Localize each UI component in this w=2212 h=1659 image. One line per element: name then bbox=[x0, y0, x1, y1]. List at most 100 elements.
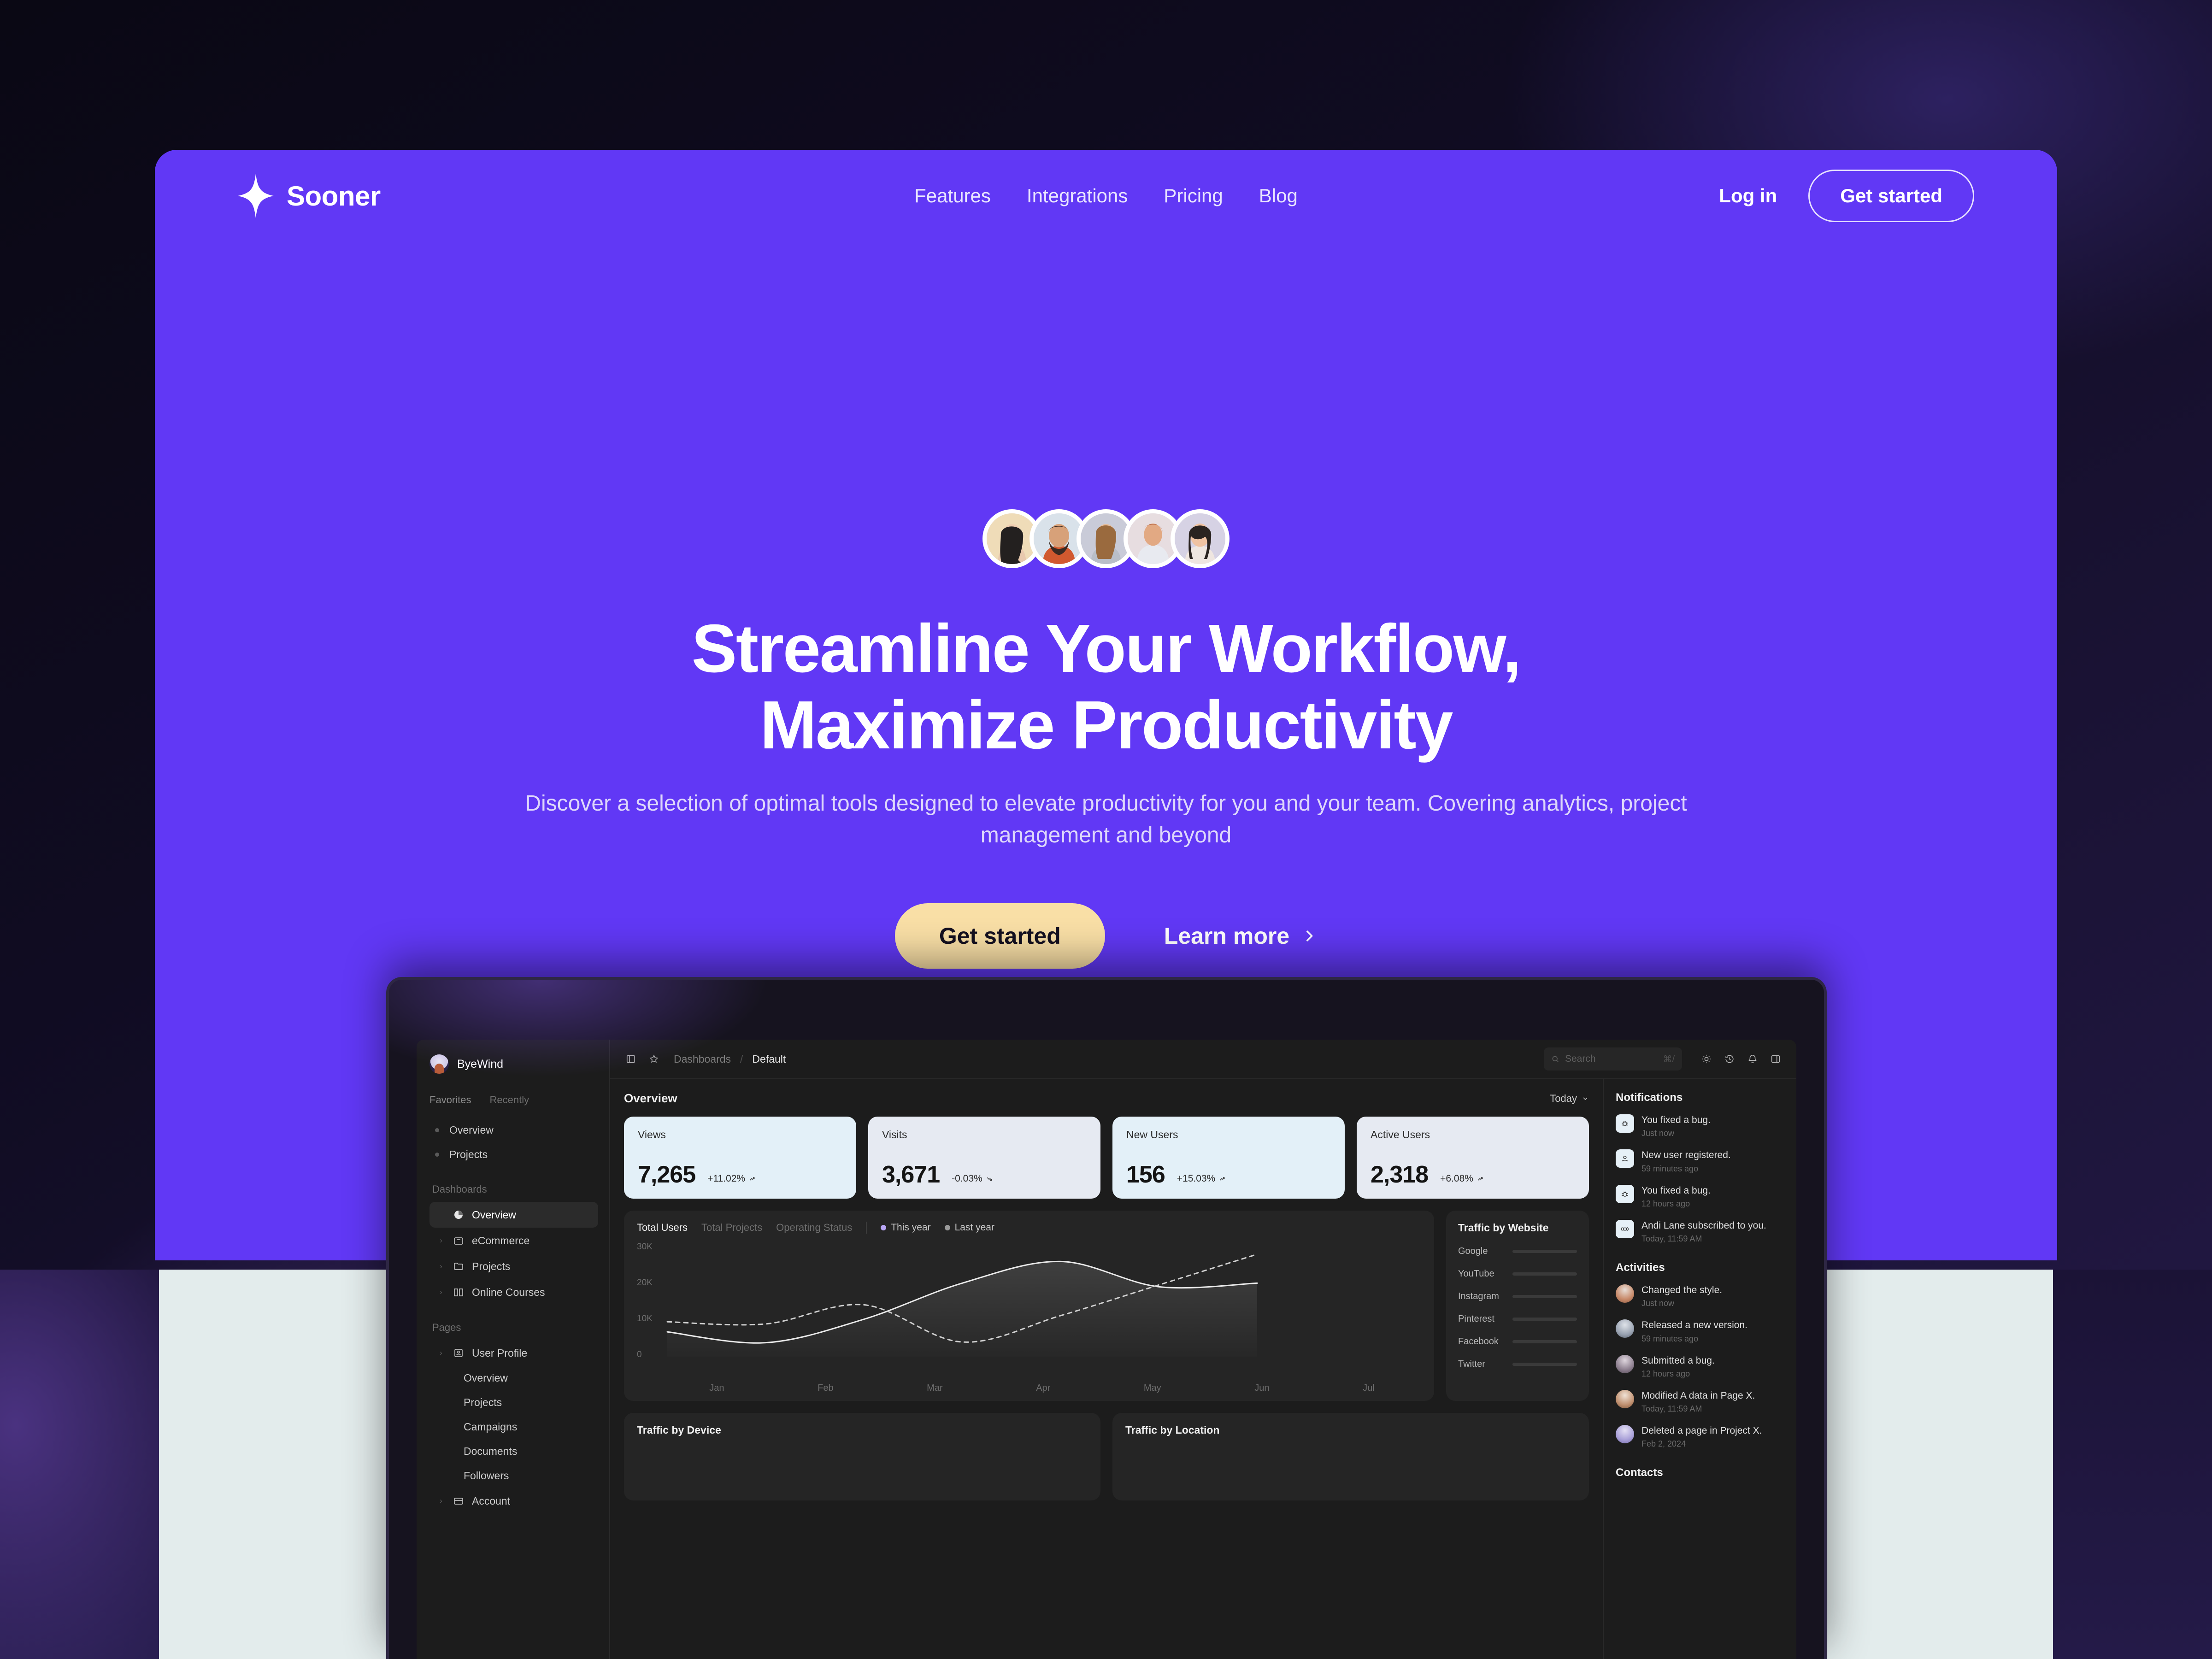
product-screenshot: ByeWind Favorites Recently Overview Proj… bbox=[386, 977, 1827, 1659]
stat-delta: +15.03% bbox=[1177, 1173, 1226, 1187]
account-icon bbox=[452, 1494, 465, 1508]
stat-card-visits[interactable]: Visits 3,671 -0.03% bbox=[868, 1117, 1100, 1199]
progress-bar bbox=[1512, 1250, 1577, 1253]
tab-recently[interactable]: Recently bbox=[489, 1094, 529, 1106]
legend-last-year: Last year bbox=[944, 1222, 994, 1233]
stat-card-active-users[interactable]: Active Users 2,318 +6.08% bbox=[1357, 1117, 1589, 1199]
board-header: Overview Today bbox=[624, 1091, 1589, 1106]
stat-delta: -0.03% bbox=[952, 1173, 993, 1187]
trend-up-icon bbox=[1220, 1177, 1225, 1181]
activity-item[interactable]: Modified A data in Page X. Today, 11:59 … bbox=[1616, 1389, 1784, 1414]
sidebar-item-label: User Profile bbox=[472, 1347, 528, 1359]
sidebar-item-label: Projects bbox=[472, 1260, 511, 1272]
stat-label: Views bbox=[638, 1129, 666, 1141]
id-card-icon bbox=[452, 1346, 465, 1360]
sidebar-tabs: Favorites Recently bbox=[429, 1094, 598, 1106]
date-range-selector[interactable]: Today bbox=[1550, 1093, 1589, 1105]
nav-get-started-button[interactable]: Get started bbox=[1808, 170, 1974, 222]
progress-bar bbox=[1512, 1295, 1577, 1298]
sidebar-favorite-overview[interactable]: Overview bbox=[429, 1118, 598, 1142]
sidebar-subitem-overview[interactable]: Overview bbox=[429, 1366, 598, 1390]
notification-item[interactable]: New user registered. 59 minutes ago bbox=[1616, 1149, 1784, 1173]
avatar bbox=[1616, 1389, 1634, 1408]
nav-link-integrations[interactable]: Integrations bbox=[1027, 185, 1128, 207]
brand-logo[interactable]: Sooner bbox=[238, 174, 381, 218]
right-panel-icon[interactable] bbox=[1769, 1052, 1783, 1066]
activity-text: Submitted a bug. bbox=[1641, 1355, 1715, 1366]
traffic-by-device-card: Traffic by Device bbox=[624, 1413, 1100, 1500]
search-shortcut-hint: ⌘/ bbox=[1663, 1054, 1675, 1065]
trend-up-icon bbox=[749, 1177, 755, 1181]
page-lower-left-gradient bbox=[0, 1270, 159, 1659]
dashboard-main: Dashboards / Default Search ⌘/ Overview … bbox=[610, 1040, 1796, 1659]
line-chart bbox=[666, 1253, 1258, 1357]
activity-time: 59 minutes ago bbox=[1641, 1334, 1699, 1343]
dashboard-app: ByeWind Favorites Recently Overview Proj… bbox=[417, 1040, 1796, 1659]
star-icon[interactable] bbox=[647, 1052, 661, 1066]
breadcrumb-root[interactable]: Dashboards bbox=[674, 1053, 731, 1065]
sidebar-item-account[interactable]: › Account bbox=[429, 1488, 598, 1514]
sidebar-subitem-followers[interactable]: Followers bbox=[429, 1464, 598, 1488]
sidebar-item-overview[interactable]: Overview bbox=[429, 1202, 598, 1228]
sidebar-item-projects[interactable]: › Projects bbox=[429, 1253, 598, 1279]
bottom-panel-row: Traffic by Device Traffic by Location bbox=[624, 1413, 1589, 1500]
sidebar-subitem-documents[interactable]: Documents bbox=[429, 1439, 598, 1464]
chart-tab-operating-status[interactable]: Operating Status bbox=[776, 1222, 852, 1234]
bell-icon[interactable] bbox=[1746, 1052, 1759, 1066]
history-icon[interactable] bbox=[1723, 1052, 1736, 1066]
traffic-row-label: Instagram bbox=[1458, 1291, 1499, 1301]
sidebar-item-user-profile[interactable]: › User Profile bbox=[429, 1340, 598, 1366]
traffic-row-pinterest: Pinterest bbox=[1458, 1314, 1577, 1324]
log-in-link[interactable]: Log in bbox=[1719, 185, 1777, 207]
stat-card-new-users[interactable]: New Users 156 +15.03% bbox=[1112, 1117, 1345, 1199]
learn-more-link[interactable]: Learn more bbox=[1164, 923, 1317, 949]
notification-item[interactable]: Andi Lane subscribed to you. Today, 11:5… bbox=[1616, 1219, 1784, 1244]
user-icon bbox=[1616, 1149, 1634, 1168]
search-icon bbox=[1552, 1056, 1559, 1062]
hero-get-started-button[interactable]: Get started bbox=[894, 903, 1105, 969]
activity-item[interactable]: Deleted a page in Project X. Feb 2, 2024 bbox=[1616, 1425, 1784, 1449]
x-tick-feb: Feb bbox=[818, 1383, 834, 1393]
sidebar-item-ecommerce[interactable]: › eCommerce bbox=[429, 1228, 598, 1253]
traffic-row-twitter: Twitter bbox=[1458, 1359, 1577, 1370]
activity-item[interactable]: Submitted a bug. 12 hours ago bbox=[1616, 1354, 1784, 1379]
sidebar-favorite-projects[interactable]: Projects bbox=[429, 1142, 598, 1167]
page-lower-right-gradient bbox=[2053, 1270, 2212, 1659]
sidebar-item-online-courses[interactable]: › Online Courses bbox=[429, 1279, 598, 1305]
sidebar-user[interactable]: ByeWind bbox=[429, 1054, 598, 1074]
traffic-row-label: YouTube bbox=[1458, 1269, 1494, 1279]
progress-bar bbox=[1512, 1363, 1577, 1366]
nav-actions: Log in Get started bbox=[1719, 170, 1974, 222]
x-tick-jun: Jun bbox=[1254, 1383, 1270, 1393]
dashboard-content: Overview Today Views 7,265 +11.02% Visit… bbox=[610, 1079, 1796, 1659]
chart-tab-total-users[interactable]: Total Users bbox=[637, 1222, 688, 1234]
sidebar-subitem-projects[interactable]: Projects bbox=[429, 1390, 598, 1415]
date-range-label: Today bbox=[1550, 1092, 1577, 1104]
traffic-row-instagram: Instagram bbox=[1458, 1291, 1577, 1302]
sidebar-toggle-icon[interactable] bbox=[624, 1052, 638, 1066]
search-input[interactable]: Search ⌘/ bbox=[1544, 1047, 1682, 1071]
nav-link-blog[interactable]: Blog bbox=[1259, 185, 1298, 207]
stat-value: 7,265 bbox=[638, 1161, 696, 1188]
activity-item[interactable]: Changed the style. Just now bbox=[1616, 1284, 1784, 1308]
stat-card-row: Views 7,265 +11.02% Visits 3,671 -0.03% … bbox=[624, 1117, 1589, 1199]
nav-link-pricing[interactable]: Pricing bbox=[1164, 185, 1223, 207]
activity-item[interactable]: Released a new version. 59 minutes ago bbox=[1616, 1319, 1784, 1343]
stat-card-views[interactable]: Views 7,265 +11.02% bbox=[624, 1117, 856, 1199]
sidebar-item-label: Online Courses bbox=[472, 1286, 545, 1298]
trend-up-icon bbox=[1477, 1177, 1483, 1181]
sun-icon[interactable] bbox=[1700, 1052, 1713, 1066]
y-tick-10k: 10K bbox=[637, 1314, 653, 1324]
notification-item[interactable]: You fixed a bug. Just now bbox=[1616, 1114, 1784, 1138]
tab-favorites[interactable]: Favorites bbox=[429, 1094, 471, 1106]
notification-item[interactable]: You fixed a bug. 12 hours ago bbox=[1616, 1184, 1784, 1209]
traffic-row-google: Google bbox=[1458, 1246, 1577, 1257]
activity-time: Today, 11:59 AM bbox=[1641, 1404, 1702, 1413]
notification-time: Today, 11:59 AM bbox=[1641, 1234, 1702, 1243]
bullet-dot-icon bbox=[435, 1153, 439, 1157]
notification-text: Andi Lane subscribed to you. bbox=[1641, 1220, 1766, 1231]
traffic-row-label: Pinterest bbox=[1458, 1314, 1494, 1324]
sidebar-subitem-campaigns[interactable]: Campaigns bbox=[429, 1415, 598, 1439]
nav-link-features[interactable]: Features bbox=[914, 185, 991, 207]
chart-tab-total-projects[interactable]: Total Projects bbox=[701, 1222, 762, 1234]
